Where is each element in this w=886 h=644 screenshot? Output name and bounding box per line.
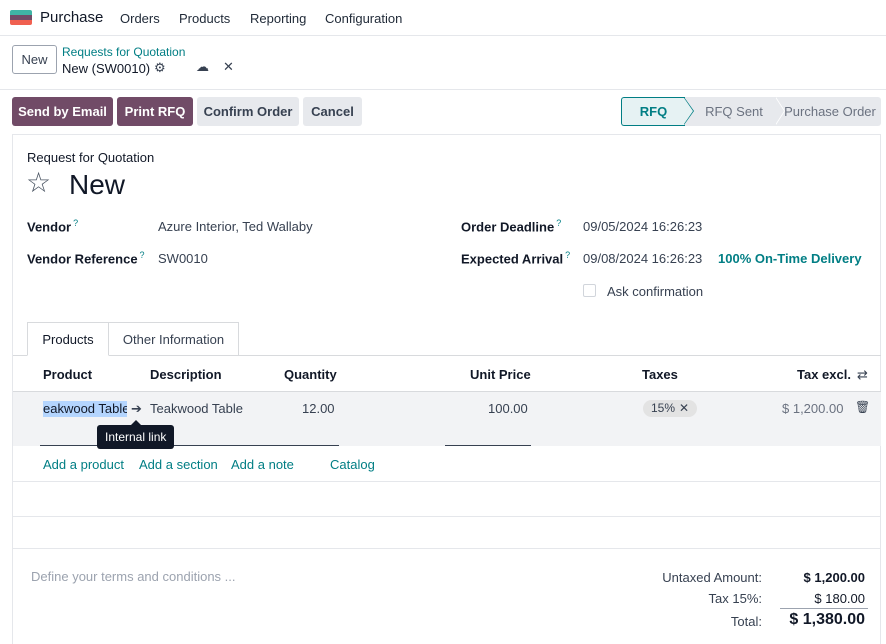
subtotal-value: $ 1,200.00: [782, 401, 844, 416]
vendor-field[interactable]: Azure Interior, Ted Wallaby: [158, 219, 313, 234]
column-header-product[interactable]: Product: [43, 367, 92, 382]
confirm-order-button[interactable]: Confirm Order: [197, 97, 299, 126]
quantity-field[interactable]: 12.00: [302, 401, 335, 416]
unit-price-field[interactable]: 100.00: [488, 401, 528, 416]
column-header-taxes[interactable]: Taxes: [642, 367, 678, 382]
on-time-delivery-badge[interactable]: 100% On-Time Delivery: [718, 251, 862, 266]
tax-tag[interactable]: 15% ✕: [643, 400, 698, 417]
total-value: $ 1,380.00: [789, 611, 865, 628]
expected-arrival-field[interactable]: 09/08/2024 16:26:23: [583, 251, 706, 266]
divider: [780, 608, 868, 609]
form-sheet: [12, 134, 881, 644]
field-underline: [445, 445, 531, 446]
stage-rfq[interactable]: RFQ: [621, 97, 685, 126]
description-field[interactable]: Teakwood Table: [150, 401, 243, 416]
document-type-label: Request for Quotation: [27, 150, 155, 165]
order-deadline-field[interactable]: 09/05/2024 16:26:23: [583, 219, 706, 234]
divider: [13, 516, 881, 517]
document-name[interactable]: New: [69, 168, 125, 202]
discard-icon[interactable]: ✕: [223, 59, 234, 75]
tax-value: $ 180.00: [814, 591, 865, 606]
top-navbar: Purchase Orders Products Reporting Confi…: [0, 0, 886, 36]
column-header-description[interactable]: Description: [150, 367, 222, 382]
internal-link-icon[interactable]: ➔: [131, 401, 142, 417]
breadcrumb-current: New (SW0010): [62, 61, 151, 76]
add-section-link[interactable]: Add a section: [139, 457, 218, 472]
stage-arrow: [684, 98, 693, 124]
divider: [13, 548, 881, 549]
menu-reporting[interactable]: Reporting: [250, 11, 306, 26]
purchase-app-icon[interactable]: [10, 10, 32, 25]
add-product-link[interactable]: Add a product: [43, 457, 124, 472]
terms-and-conditions-field[interactable]: Define your terms and conditions ...: [31, 569, 236, 584]
add-note-link[interactable]: Add a note: [231, 457, 294, 472]
divider: [13, 481, 881, 482]
save-cloud-icon[interactable]: ☁: [196, 59, 209, 75]
vendor-label: Vendor?: [27, 218, 79, 235]
tab-products[interactable]: Products: [27, 322, 109, 356]
trash-icon[interactable]: 🗑: [855, 400, 870, 414]
ask-confirmation-checkbox[interactable]: [583, 284, 596, 297]
remove-tag-icon[interactable]: ✕: [679, 401, 689, 415]
new-button[interactable]: New: [12, 45, 57, 74]
gear-icon[interactable]: ⚙: [154, 60, 166, 76]
catalog-link[interactable]: Catalog: [330, 457, 375, 472]
tab-other-information[interactable]: Other Information: [108, 322, 239, 356]
app-name[interactable]: Purchase: [40, 9, 103, 26]
field-underline: [40, 445, 339, 446]
optional-columns-icon[interactable]: ⇄: [857, 367, 868, 383]
vendor-reference-field[interactable]: SW0010: [158, 251, 208, 266]
menu-configuration[interactable]: Configuration: [325, 11, 402, 26]
column-header-tax-excl[interactable]: Tax excl.: [797, 367, 851, 382]
print-rfq-button[interactable]: Print RFQ: [117, 97, 193, 126]
stage-rfq-sent[interactable]: RFQ Sent: [685, 97, 775, 126]
star-icon[interactable]: ☆: [26, 168, 51, 198]
breadcrumb-parent[interactable]: Requests for Quotation: [62, 45, 185, 59]
menu-products[interactable]: Products: [179, 11, 230, 26]
ask-confirmation-label[interactable]: Ask confirmation: [607, 284, 703, 299]
column-header-quantity[interactable]: Quantity: [284, 367, 337, 382]
order-deadline-label: Order Deadline?: [461, 218, 562, 235]
vendor-reference-label: Vendor Reference?: [27, 250, 145, 267]
column-header-unit-price[interactable]: Unit Price: [470, 367, 531, 382]
status-bar: Purchase Order RFQ Sent RFQ: [621, 97, 881, 126]
total-label: Total:: [730, 614, 762, 629]
internal-link-tooltip: Internal link: [97, 420, 175, 449]
send-by-email-button[interactable]: Send by Email: [12, 97, 113, 126]
stage-separator: [775, 97, 784, 125]
menu-orders[interactable]: Orders: [120, 11, 160, 26]
untaxed-amount-value: $ 1,200.00: [803, 570, 865, 585]
expected-arrival-label: Expected Arrival?: [461, 250, 571, 267]
divider: [0, 89, 886, 90]
untaxed-amount-label: Untaxed Amount:: [662, 570, 762, 585]
product-field[interactable]: eakwood Table: [43, 401, 127, 417]
tax-label: Tax 15%:: [708, 591, 762, 606]
cancel-button[interactable]: Cancel: [303, 97, 362, 126]
